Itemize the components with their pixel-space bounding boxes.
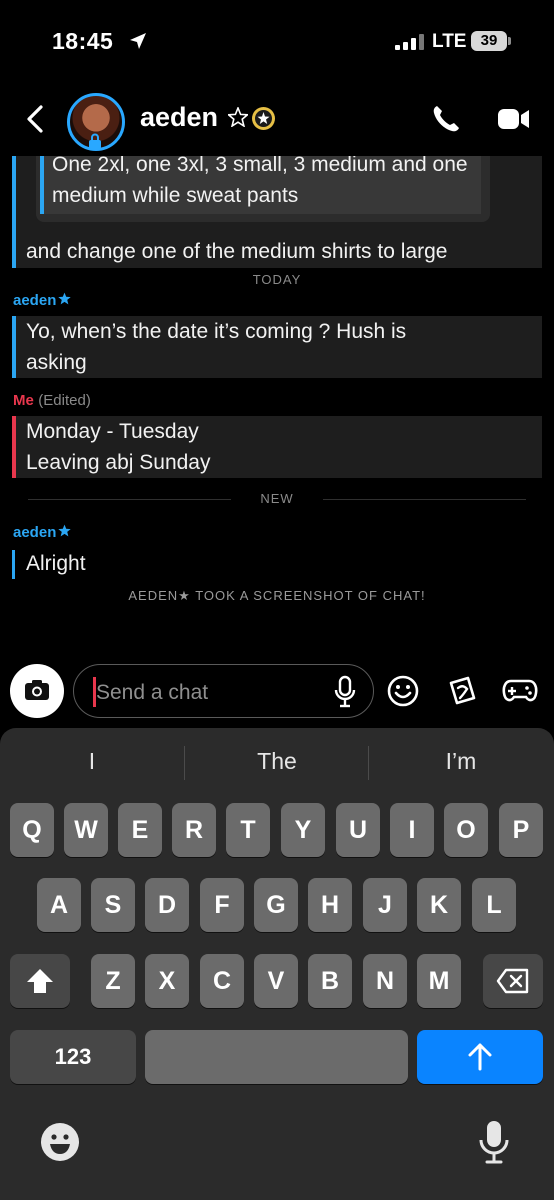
divider-line-left <box>28 499 231 500</box>
star-icon <box>228 107 248 127</box>
key-c[interactable]: C <box>200 954 244 1008</box>
battery-cap <box>508 37 511 45</box>
divider-new: NEW <box>260 491 294 506</box>
status-time: 18:45 <box>52 28 114 54</box>
sender-aeden: aeden <box>13 292 72 310</box>
key-v[interactable]: V <box>254 954 298 1008</box>
smile-icon[interactable] <box>386 674 420 708</box>
key-m[interactable]: M <box>417 954 461 1008</box>
key-i[interactable]: I <box>390 803 434 857</box>
game-controller-icon[interactable] <box>502 676 538 706</box>
dictation-mic-icon[interactable] <box>478 1118 510 1166</box>
message-text-4[interactable]: Alright <box>26 548 86 579</box>
key-f[interactable]: F <box>200 878 244 932</box>
sender-name: aeden <box>13 524 57 541</box>
key-d[interactable]: D <box>145 878 189 932</box>
return-arrow-icon <box>468 1043 492 1071</box>
key-u[interactable]: U <box>336 803 380 857</box>
chat-input-field[interactable] <box>94 677 318 709</box>
message-text-3: Monday - Tuesday Leaving abj Sunday <box>26 420 211 474</box>
space-key[interactable] <box>145 1030 408 1084</box>
shift-icon <box>27 969 53 993</box>
star-icon <box>58 524 72 537</box>
lock-icon <box>89 133 101 149</box>
delete-key[interactable] <box>483 954 543 1008</box>
key-n[interactable]: N <box>363 954 407 1008</box>
numbers-key[interactable]: 123 <box>10 1030 136 1084</box>
key-y[interactable]: Y <box>281 803 325 857</box>
key-w[interactable]: W <box>64 803 108 857</box>
key-x[interactable]: X <box>145 954 189 1008</box>
sender-me: Me (Edited) <box>13 392 91 410</box>
key-s[interactable]: S <box>91 878 135 932</box>
key-g[interactable]: G <box>254 878 298 932</box>
gold-badge-icon <box>252 107 275 130</box>
key-a[interactable]: A <box>37 878 81 932</box>
chat-input[interactable] <box>73 664 374 718</box>
message-text-1: and change one of the medium shirts to l… <box>26 240 448 263</box>
shift-key[interactable] <box>10 954 70 1008</box>
location-arrow-icon <box>130 33 146 49</box>
quoted-message-text: One 2xl, one 3xl, 3 small, 3 medium and … <box>52 153 468 207</box>
sender-name: aeden <box>13 292 57 309</box>
key-h[interactable]: H <box>308 878 352 932</box>
suggestion-1[interactable]: I <box>2 748 182 775</box>
screenshot-notice: AEDEN★ TOOK A SCREENSHOT OF CHAT! <box>128 588 426 603</box>
key-l[interactable]: L <box>472 878 516 932</box>
key-z[interactable]: Z <box>91 954 135 1008</box>
suggestion-3[interactable]: I’m <box>371 748 551 775</box>
delete-icon <box>496 968 529 994</box>
emoji-icon[interactable] <box>40 1122 80 1162</box>
sender-name: Me <box>13 392 34 409</box>
key-q[interactable]: Q <box>10 803 54 857</box>
edited-label: (Edited) <box>38 392 91 409</box>
key-t[interactable]: T <box>226 803 270 857</box>
message-text-2: Yo, when’s the date it’s coming ? Hush i… <box>26 320 407 374</box>
mic-icon[interactable] <box>334 675 356 709</box>
video-icon[interactable] <box>497 106 531 132</box>
star-icon <box>58 292 72 305</box>
sender-aeden-2: aeden <box>13 524 72 542</box>
battery-icon: 39 <box>471 31 507 51</box>
signal-icon <box>395 34 429 50</box>
suggestion-2[interactable]: The <box>187 748 367 775</box>
key-o[interactable]: O <box>444 803 488 857</box>
sticker-icon[interactable] <box>446 674 480 708</box>
network-label: LTE <box>432 31 467 52</box>
back-chevron-icon[interactable] <box>24 104 46 134</box>
phone-icon[interactable] <box>430 103 462 135</box>
message-bar-4 <box>12 550 15 579</box>
divider-line-right <box>323 499 526 500</box>
key-r[interactable]: R <box>172 803 216 857</box>
suggestion-separator <box>184 746 185 780</box>
key-p[interactable]: P <box>499 803 543 857</box>
key-j[interactable]: J <box>363 878 407 932</box>
key-k[interactable]: K <box>417 878 461 932</box>
camera-icon <box>25 680 49 700</box>
return-key[interactable] <box>417 1030 543 1084</box>
contact-name[interactable]: aeden <box>140 102 218 133</box>
key-b[interactable]: B <box>308 954 352 1008</box>
divider-today: TODAY <box>252 272 302 287</box>
text-cursor <box>93 677 96 707</box>
suggestion-separator <box>368 746 369 780</box>
key-e[interactable]: E <box>118 803 162 857</box>
camera-button[interactable] <box>10 664 64 718</box>
